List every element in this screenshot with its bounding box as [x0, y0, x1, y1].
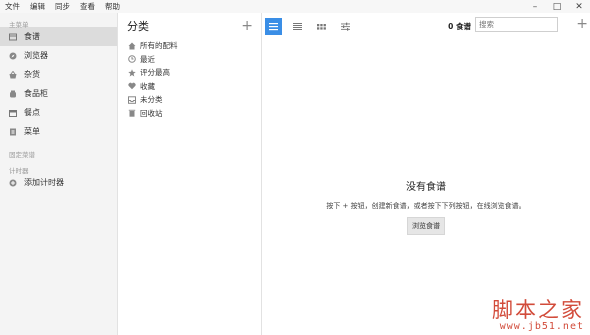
category-item-favorites[interactable]: 收藏: [118, 80, 261, 94]
trash-icon: [128, 109, 136, 117]
add-timer-button[interactable]: 添加计时器: [0, 173, 117, 192]
jar-icon: [9, 90, 17, 98]
watermark: 脚本之家 www.jb51.net: [492, 298, 584, 333]
window-controls: – □ ✕: [524, 0, 590, 13]
category-item-uncategorized[interactable]: 未分类: [118, 93, 261, 107]
add-timer-label: 添加计时器: [24, 178, 64, 187]
category-panel: 分类 + 所有的配料 最近 评分最高 收藏 未分类 回收站: [118, 13, 262, 335]
category-title: 分类: [127, 20, 149, 33]
sidebar-item-label: 菜单: [24, 127, 40, 136]
grid-view-button[interactable]: [313, 18, 330, 35]
compass-icon: [9, 52, 17, 60]
category-label: 评分最高: [140, 68, 170, 78]
category-label: 最近: [140, 54, 155, 64]
menu-sync[interactable]: 同步: [50, 1, 75, 12]
recipe-icon: [9, 33, 17, 41]
sidebar-item-meals[interactable]: 餐点: [0, 103, 117, 122]
menu-edit[interactable]: 编辑: [25, 1, 50, 12]
watermark-url: www.jb51.net: [499, 321, 584, 332]
menu-bar: 文件 编辑 同步 查看 帮助: [0, 0, 590, 13]
category-item-recent[interactable]: 最近: [118, 53, 261, 67]
sidebar-item-label: 食品柜: [24, 89, 48, 98]
category-item-all-ingredients[interactable]: 所有的配料: [118, 39, 261, 53]
recipe-content: 0 食谱 + 没有食谱 按下 + 按钮，创建新食谱，或者按下下列按钮，在线浏览食…: [262, 13, 590, 335]
sidebar-item-menus[interactable]: 菜单: [0, 122, 117, 141]
list-view-button[interactable]: [265, 17, 282, 35]
category-item-trash[interactable]: 回收站: [118, 107, 261, 121]
home-icon: [128, 42, 136, 50]
clock-icon: [128, 55, 136, 64]
maximize-button[interactable]: □: [546, 2, 568, 12]
detail-list-view-button[interactable]: [289, 18, 306, 35]
close-button[interactable]: ✕: [568, 2, 590, 12]
category-label: 回收站: [140, 108, 163, 118]
filter-button[interactable]: [337, 18, 354, 35]
main-menu-header: 主菜单: [9, 21, 29, 29]
add-category-button[interactable]: +: [241, 19, 253, 33]
pinned-recipes-header: 固定菜谱: [9, 151, 35, 159]
sliders-icon: [341, 22, 350, 31]
add-recipe-button[interactable]: +: [576, 16, 588, 32]
list-view-icon: [269, 22, 278, 30]
sidebar-item-groceries[interactable]: 杂货: [0, 65, 117, 84]
timers-header: 计时器: [9, 167, 29, 175]
category-label: 收藏: [140, 81, 155, 91]
sidebar: 主菜单 食谱 浏览器 杂货 食品柜 餐点 菜单 固定菜谱 计时器 添加计时器: [0, 13, 118, 335]
sidebar-item-browser[interactable]: 浏览器: [0, 46, 117, 65]
empty-description: 按下 + 按钮，创建新食谱，或者按下下列按钮，在线浏览食谱。: [326, 202, 526, 210]
sidebar-item-label: 浏览器: [24, 51, 48, 60]
inbox-icon: [128, 96, 136, 104]
browse-recipes-button[interactable]: 浏览食谱: [407, 217, 445, 235]
sidebar-item-recipes[interactable]: 食谱: [0, 27, 117, 46]
sidebar-item-pantry[interactable]: 食品柜: [0, 84, 117, 103]
menu-file[interactable]: 文件: [0, 1, 25, 12]
heart-icon: [128, 82, 136, 90]
recipe-count: 0 食谱: [448, 22, 471, 31]
category-label: 未分类: [140, 95, 163, 105]
sidebar-item-label: 食谱: [24, 32, 40, 41]
calendar-icon: [9, 109, 17, 117]
sidebar-item-label: 杂货: [24, 70, 40, 79]
sidebar-item-label: 餐点: [24, 108, 40, 117]
menu-help[interactable]: 帮助: [100, 1, 125, 12]
category-item-top-rated[interactable]: 评分最高: [118, 66, 261, 80]
watermark-logo-text: 脚本之家: [492, 298, 584, 322]
empty-title: 没有食谱: [406, 182, 446, 193]
minimize-button[interactable]: –: [524, 2, 546, 12]
category-label: 所有的配料: [140, 41, 178, 51]
grid-view-icon: [317, 23, 326, 30]
menu-book-icon: [9, 128, 17, 136]
basket-icon: [9, 70, 17, 79]
category-header: 分类 +: [118, 13, 261, 39]
detail-list-icon: [293, 22, 302, 30]
empty-state: 没有食谱 按下 + 按钮，创建新食谱，或者按下下列按钮，在线浏览食谱。 浏览食谱: [262, 178, 590, 235]
star-icon: [128, 69, 136, 77]
search-input[interactable]: [475, 17, 558, 32]
add-circle-icon: [9, 179, 17, 187]
menu-view[interactable]: 查看: [75, 1, 100, 12]
